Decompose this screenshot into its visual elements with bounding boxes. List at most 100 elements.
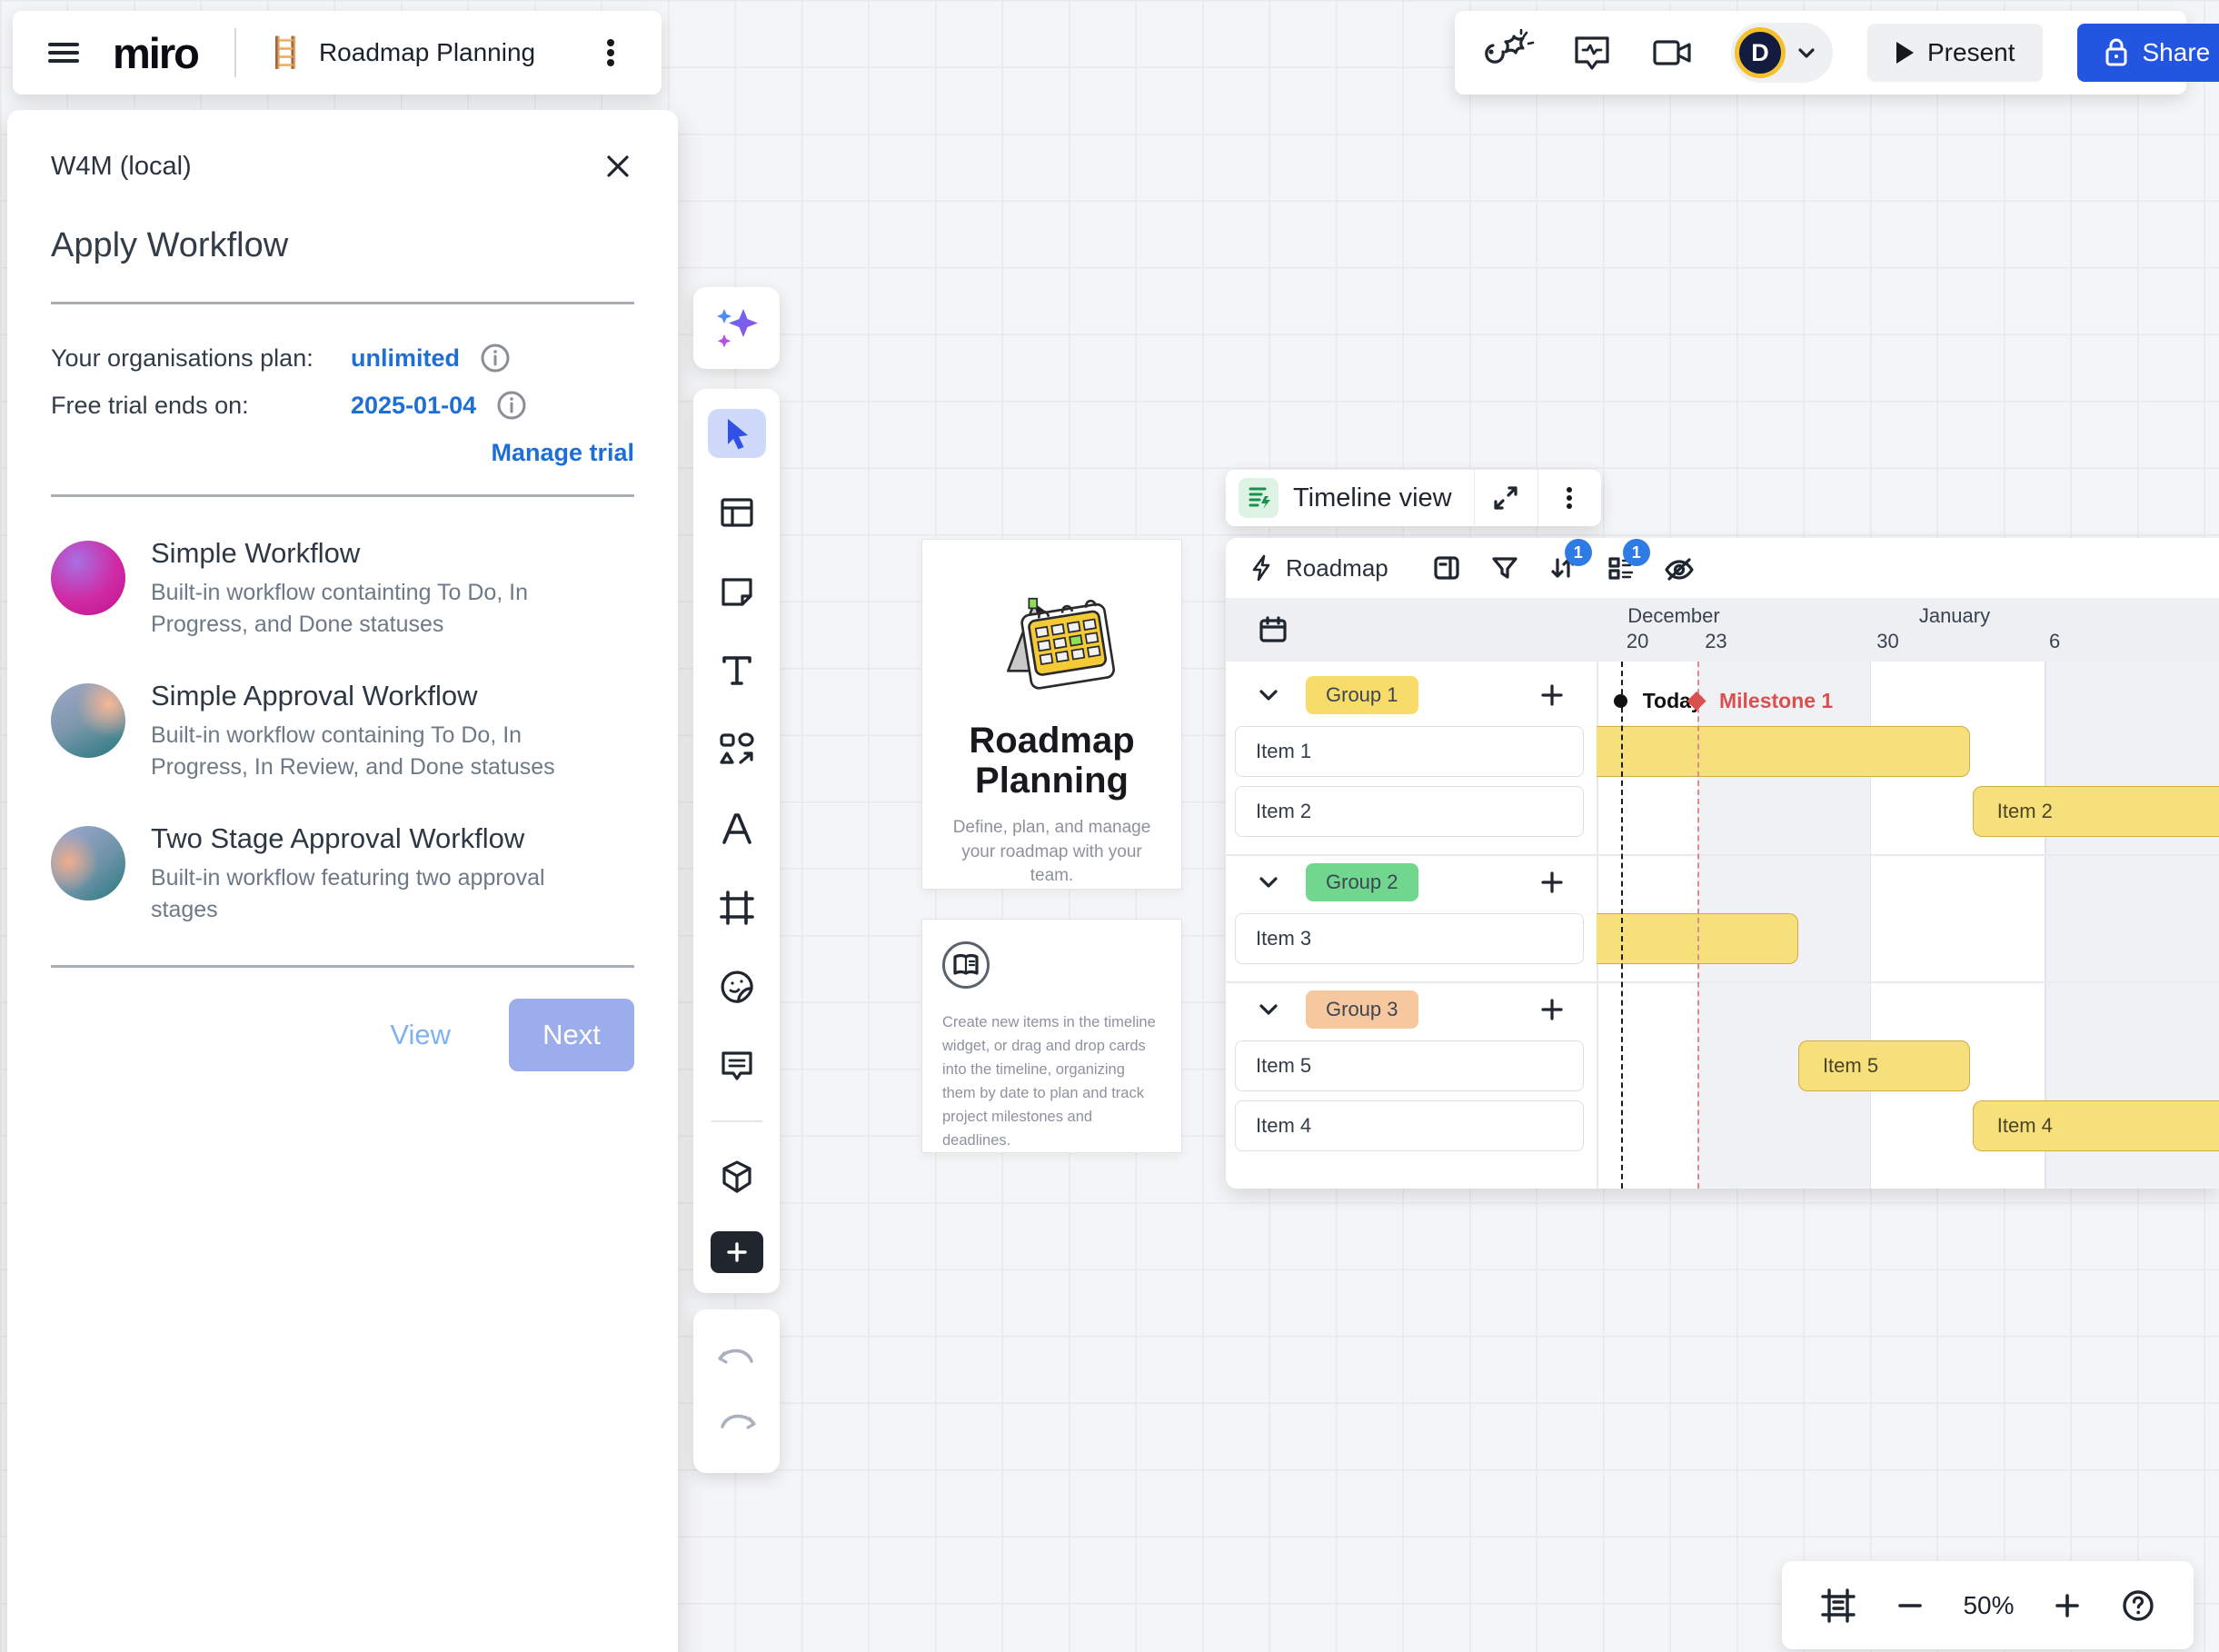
item-card[interactable]: Item 1 [1235,726,1584,777]
dialog-title: Apply Workflow [51,226,289,264]
item-row: Item 2 [1226,781,1597,841]
timeline-item-list: Group 1 Item 1 Item 2 Group 2 Item 3 Gro… [1226,662,1597,1189]
gantt-bar-item-5[interactable]: Item 5 [1797,1040,1970,1091]
month-label: January [1918,604,1991,627]
next-button[interactable]: Next [509,999,634,1071]
sort-button[interactable]: 1 [1539,539,1592,588]
add-item-icon[interactable] [1538,996,1566,1023]
collapse-group-icon[interactable] [1257,871,1280,894]
redo-button[interactable] [716,1408,758,1440]
miro-logo[interactable]: miro [113,28,200,78]
comment-tool[interactable] [708,1041,766,1090]
group-row: Group 1 [1226,669,1597,722]
workflow-option-simple-approval[interactable]: Simple Approval Workflow Built-in workfl… [51,680,634,782]
gantt-area: Item 2 Item 5 Item 4 Today Milestone 1 [1597,662,2219,1189]
reactions-doodle-icon[interactable] [1478,29,1535,76]
info-icon[interactable] [496,390,527,421]
apply-workflow-dialog: W4M (local) Apply Workflow Your organisa… [7,110,678,1652]
pen-tool[interactable] [708,804,766,853]
apps-tool[interactable] [708,1152,766,1201]
timeline-view-button[interactable]: Timeline view [1226,470,1474,526]
templates-tool[interactable] [708,488,766,537]
timeline-instructions-card[interactable]: Create new items in the timeline widget,… [921,919,1182,1153]
expand-icon [1494,486,1517,510]
divider [51,494,634,497]
timeline-view-icon [1239,478,1279,518]
undo-button[interactable] [716,1342,758,1375]
zoom-out-button[interactable] [1895,1590,1925,1621]
sticker-tool[interactable] [708,962,766,1011]
shapes-tool[interactable] [708,725,766,774]
user-menu[interactable]: D [1731,23,1833,83]
item-card[interactable]: Item 3 [1235,913,1584,964]
gantt-bar-item-2[interactable]: Item 2 [1972,786,2219,837]
divider [234,28,236,77]
board-menu-kebab-icon[interactable] [591,33,631,73]
filter-button[interactable] [1481,548,1528,588]
add-item-icon[interactable] [1538,869,1566,896]
zoom-in-button[interactable] [2052,1590,2083,1621]
text-tool[interactable] [708,646,766,695]
workflow-avatar [51,826,125,901]
date-tick: 20 [1626,630,1649,652]
help-button[interactable] [2120,1587,2156,1624]
roadmap-planning-card[interactable]: Roadmap Planning Define, plan, and manag… [921,539,1182,890]
calendar-icon[interactable] [1257,613,1289,646]
panel-view-button[interactable] [1423,548,1470,588]
close-icon[interactable] [602,150,634,183]
card-text: Create new items in the timeline widget,… [942,1014,1156,1149]
video-chat-icon[interactable] [1649,31,1697,75]
collapse-group-icon[interactable] [1257,998,1280,1021]
item-card[interactable]: Item 5 [1235,1040,1584,1091]
timeline-widget[interactable]: Roadmap 1 1 December January 20 23 30 6 … [1226,538,2219,1189]
avatar[interactable]: D [1735,27,1786,78]
add-tool-button[interactable] [710,1231,763,1273]
collaboration-header: D Present Share [1455,11,2219,95]
group-chip[interactable]: Group 3 [1306,990,1418,1029]
frame-tool[interactable] [708,883,766,932]
add-item-icon[interactable] [1538,682,1566,709]
sticky-note-icon [721,578,752,606]
fit-to-frame-button[interactable] [1819,1587,1857,1625]
minus-icon [1898,1603,1923,1607]
gantt-row [1597,909,2219,969]
date-tick: 30 [1876,630,1899,652]
expand-widget-button[interactable] [1473,470,1537,526]
date-tick: 23 [1705,630,1727,652]
info-icon[interactable] [480,343,511,373]
hamburger-menu-icon[interactable] [44,33,84,73]
present-button[interactable]: Present [1867,24,2043,82]
group-chip[interactable]: Group 2 [1306,863,1418,901]
miro-canvas[interactable]: miro 🪜 Roadmap Planning D Present Share … [0,0,2219,1652]
widget-menu-button[interactable] [1537,470,1601,526]
milestone-marker[interactable]: Milestone 1 [1687,689,1833,713]
gantt-row: Item 4 [1597,1096,2219,1156]
ai-assistant-button[interactable] [693,287,780,369]
gantt-row: Item 5 [1597,1036,2219,1096]
zoom-level[interactable]: 50% [1963,1591,2014,1620]
timeline-date-header: December January 20 23 30 6 [1226,598,2219,662]
hide-button[interactable] [1656,548,1703,588]
select-tool[interactable] [707,409,766,458]
sticky-note-tool[interactable] [708,567,766,616]
item-card[interactable]: Item 2 [1235,786,1584,837]
history-palette [693,1309,780,1473]
zoom-controls: 50% [1782,1561,2194,1649]
fields-badge: 1 [1622,539,1650,566]
collapse-group-icon[interactable] [1257,683,1280,707]
gantt-bar-item-1[interactable] [1597,726,1970,777]
share-button[interactable]: Share [2076,24,2219,82]
workflow-option-simple[interactable]: Simple Workflow Built-in workflow contai… [51,537,634,640]
gantt-bar-item-4[interactable]: Item 4 [1972,1100,2219,1151]
item-card[interactable]: Item 4 [1235,1100,1584,1151]
group-chip[interactable]: Group 1 [1306,676,1418,714]
date-tick: 6 [2048,630,2061,652]
view-button[interactable]: View [390,1019,451,1051]
workflow-option-two-stage[interactable]: Two Stage Approval Workflow Built-in wor… [51,822,634,925]
gantt-row [1597,722,2219,781]
manage-trial-link[interactable]: Manage trial [491,439,634,466]
board-title[interactable]: Roadmap Planning [319,38,535,67]
comments-icon[interactable] [1569,30,1615,75]
fields-button[interactable]: 1 [1597,539,1650,588]
cube-icon [721,1160,751,1193]
